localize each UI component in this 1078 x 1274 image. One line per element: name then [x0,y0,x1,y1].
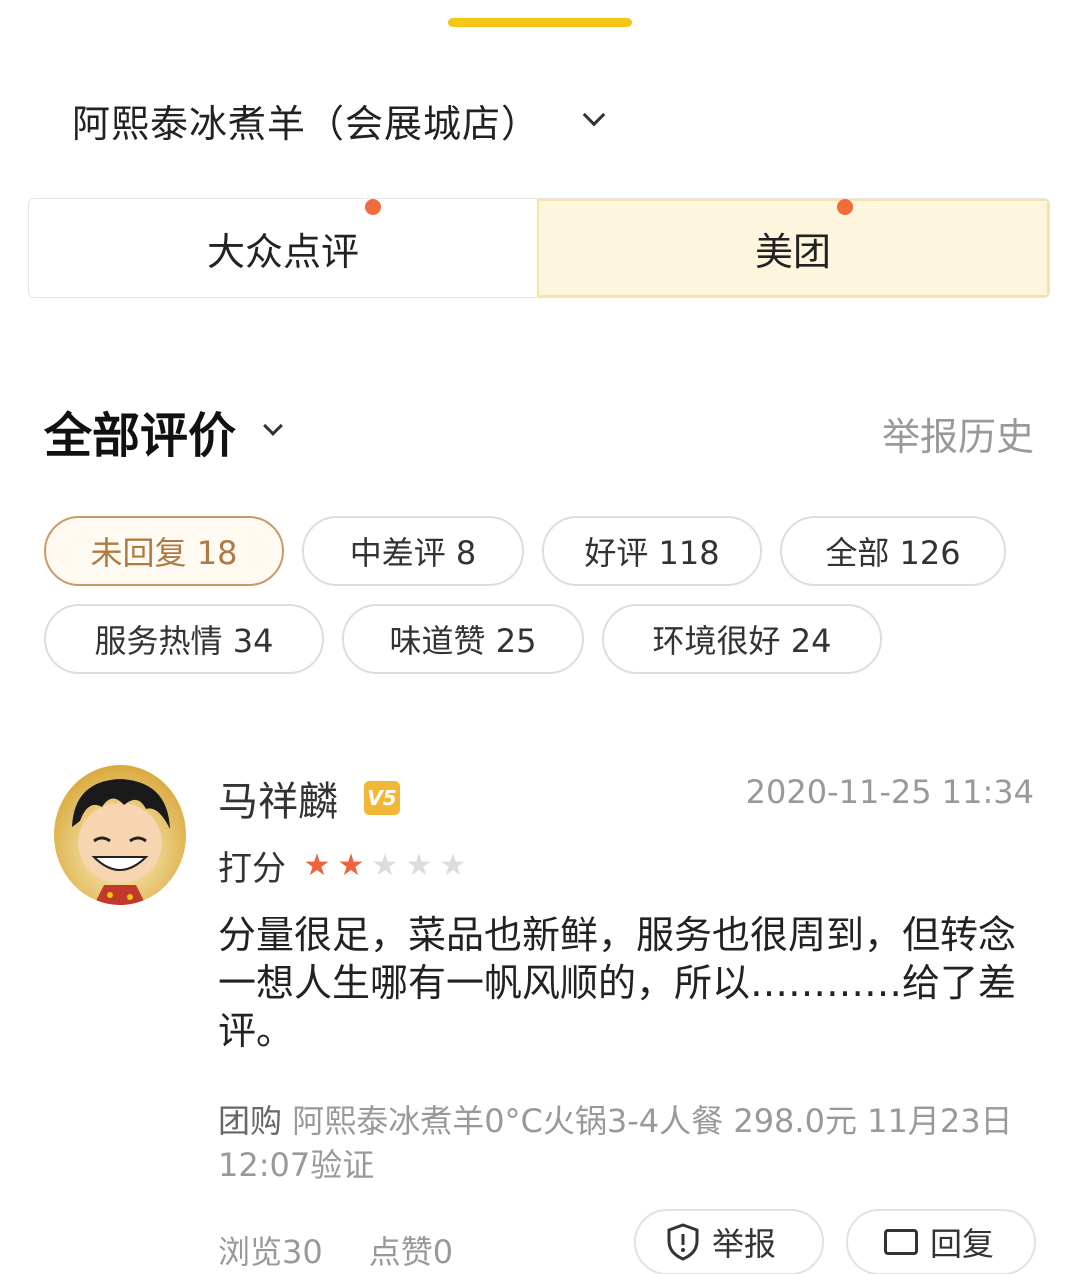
filter-chip-taste[interactable]: 味道赞 25 [342,604,584,674]
star-rating: ★ ★ ★ ★ ★ [300,847,470,883]
filter-chip-negative[interactable]: 中差评 8 [302,516,524,586]
platform-tabs: 大众点评 美团 [28,198,1050,298]
avatar[interactable] [54,765,186,905]
filter-chip-unreplied[interactable]: 未回复 18 [44,516,284,586]
report-button[interactable]: 举报 [634,1209,824,1274]
section-title: 全部评价 [44,408,237,464]
tab-meituan[interactable]: 美团 [537,199,1049,297]
star-icon: ★ [303,847,331,883]
reply-button[interactable]: 回复 [846,1209,1036,1274]
filter-chip-environment[interactable]: 环境很好 24 [602,604,882,674]
deal-text: 阿熙泰冰煮羊0°C火锅3-4人餐 298.0元 11月23日 12:07验证 [218,1102,1013,1184]
star-icon: ★ [371,847,399,883]
notification-dot [837,199,853,215]
chevron-down-icon [263,416,283,436]
sheet-drag-handle[interactable] [448,18,632,27]
store-selector[interactable]: 阿熙泰冰煮羊（会展城店） [72,92,606,148]
review-card: 马祥麟 V5 2020-11-25 11:34 打分 ★ ★ ★ ★ ★ 分量很… [54,765,1044,1274]
filter-chip-positive[interactable]: 好评 118 [542,516,762,586]
deal-tag: 团购 [218,1102,283,1140]
review-time: 2020-11-25 11:34 [745,773,1034,811]
star-icon: ★ [337,847,365,883]
notification-dot [365,199,381,215]
report-button-label: 举报 [712,1225,777,1263]
review-type-selector[interactable]: 全部评价 [44,396,283,466]
tab-meituan-label: 美团 [754,229,831,274]
tab-dianping[interactable]: 大众点评 [29,199,537,297]
like-count: 点赞0 [368,1233,454,1271]
reviews-header: 全部评价 举报历史 [44,396,1034,466]
chevron-down-icon [582,103,606,127]
shield-icon [667,1223,699,1261]
deal-info: 团购 阿熙泰冰煮羊0°C火锅3-4人餐 298.0元 11月23日 12:07验… [218,1099,1038,1187]
view-count: 浏览30 [218,1233,323,1271]
review-stats: 浏览30 点赞0 [218,1227,499,1273]
rating-label: 打分 [218,849,286,889]
tab-dianping-label: 大众点评 [206,229,359,274]
vip-badge-icon: V5 [364,781,400,815]
filter-chip-all[interactable]: 全部 126 [780,516,1006,586]
filter-chip-service[interactable]: 服务热情 34 [44,604,324,674]
store-name: 阿熙泰冰煮羊（会展城店） [72,101,541,146]
star-icon: ★ [439,847,467,883]
reply-button-label: 回复 [930,1225,995,1263]
rating-row: 打分 ★ ★ ★ ★ ★ [218,841,470,890]
reviewer-name[interactable]: 马祥麟 [218,769,338,827]
report-history-link[interactable]: 举报历史 [882,406,1034,461]
reply-icon [884,1229,918,1255]
star-icon: ★ [405,847,433,883]
review-text: 分量很足，菜品也新鲜，服务也很周到，但转念一想人生哪有一帆风顺的，所以…………给… [218,913,1017,1053]
filter-chips: 未回复 18 中差评 8 好评 118 全部 126 服务热情 34 味道赞 2… [44,516,1034,692]
